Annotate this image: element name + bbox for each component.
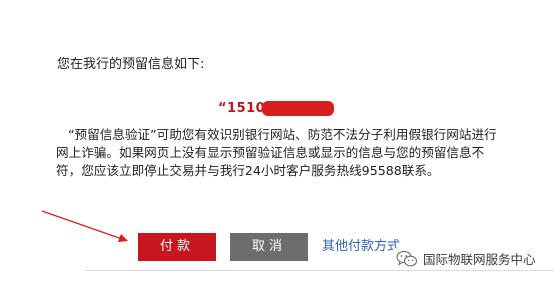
wechat-icon <box>396 250 418 266</box>
reserved-info-intro: 您在我行的预留信息如下: <box>57 57 205 72</box>
watermark-text: 国际物联网服务中心 <box>423 252 536 267</box>
pay-button[interactable]: 付款 <box>138 233 216 261</box>
footer-divider <box>85 270 554 271</box>
security-notice: “预留信息验证”可助您有效识别银行网站、防范不法分子利用假银行网站进行网上诈骗。… <box>56 127 497 178</box>
reserved-code-redaction <box>262 101 334 116</box>
cancel-button[interactable]: 取消 <box>230 233 308 261</box>
watermark: 国际物联网服务中心 <box>393 248 539 269</box>
other-payment-link[interactable]: 其他付款方式 <box>322 238 400 255</box>
reserved-info-code: “1510 <box>218 101 266 116</box>
